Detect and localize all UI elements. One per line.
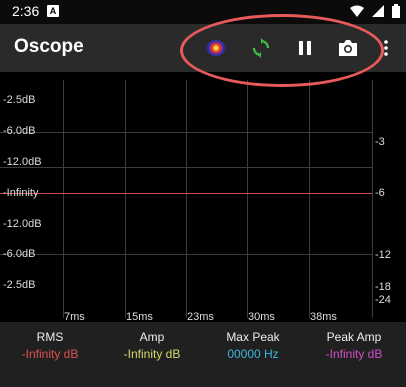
stat-value: -Infinity dB — [123, 347, 181, 361]
app-title: Oscope — [14, 36, 84, 57]
grid-vline — [247, 80, 248, 318]
y-label: -12.0dB — [3, 156, 42, 168]
grid-vline — [186, 80, 187, 318]
status-icons — [350, 4, 400, 18]
signal-trace — [0, 193, 372, 194]
heatmap-button[interactable] — [202, 34, 230, 62]
overflow-icon — [384, 40, 388, 56]
stat-rms: RMS -Infinity dB — [0, 330, 100, 361]
grid-hline — [0, 254, 372, 255]
pause-icon — [299, 41, 311, 55]
y-label: -Infinity — [3, 187, 39, 199]
stat-label: Amp — [139, 330, 165, 344]
sync-button[interactable] — [247, 34, 275, 62]
stat-value: 00000 Hz — [227, 347, 279, 361]
app-bar: Oscope — [0, 24, 406, 72]
y-label: -6.0dB — [3, 125, 36, 137]
grid-vline — [309, 80, 310, 318]
heatmap-icon — [207, 40, 225, 56]
grid-hline — [0, 132, 372, 133]
stat-label: Peak Amp — [326, 330, 382, 344]
grid-vline — [125, 80, 126, 318]
signal-icon — [372, 5, 384, 17]
notification-a-icon: A — [47, 5, 59, 17]
right-y-label: -12 — [375, 249, 391, 261]
status-bar: 2:36 A — [0, 0, 406, 24]
status-time: 2:36 — [12, 3, 40, 19]
camera-icon — [339, 40, 357, 56]
right-y-label: -18 — [375, 281, 391, 293]
stat-max-peak: Max Peak 00000 Hz — [203, 330, 303, 361]
stat-value: -Infinity dB — [21, 347, 79, 361]
stat-amp: Amp -Infinity dB — [102, 330, 202, 361]
stat-label: RMS — [36, 330, 64, 344]
stat-value: -Infinity dB — [325, 347, 383, 361]
y-label: -12.0dB — [3, 218, 42, 230]
screenshot-button[interactable] — [334, 34, 362, 62]
right-y-label: -24 — [375, 294, 391, 306]
grid-vline — [63, 80, 64, 318]
overflow-menu-button[interactable] — [376, 34, 396, 62]
wifi-icon — [350, 5, 364, 17]
y-label: -2.5dB — [3, 279, 36, 291]
stat-label: Max Peak — [226, 330, 280, 344]
pause-button[interactable] — [291, 34, 319, 62]
y-label: -6.0dB — [3, 248, 36, 260]
stats-footer: RMS -Infinity dB Amp -Infinity dB Max Pe… — [0, 322, 406, 387]
right-y-label: -3 — [375, 136, 385, 148]
stat-peak-amp: Peak Amp -Infinity dB — [304, 330, 404, 361]
y-label: -2.5dB — [3, 94, 36, 106]
oscilloscope-plot[interactable]: -2.5dB -6.0dB -12.0dB -Infinity -12.0dB … — [0, 72, 406, 323]
right-y-label: -6 — [375, 187, 385, 199]
battery-icon — [392, 4, 400, 18]
grid-hline — [0, 167, 372, 168]
sync-icon — [252, 38, 270, 58]
